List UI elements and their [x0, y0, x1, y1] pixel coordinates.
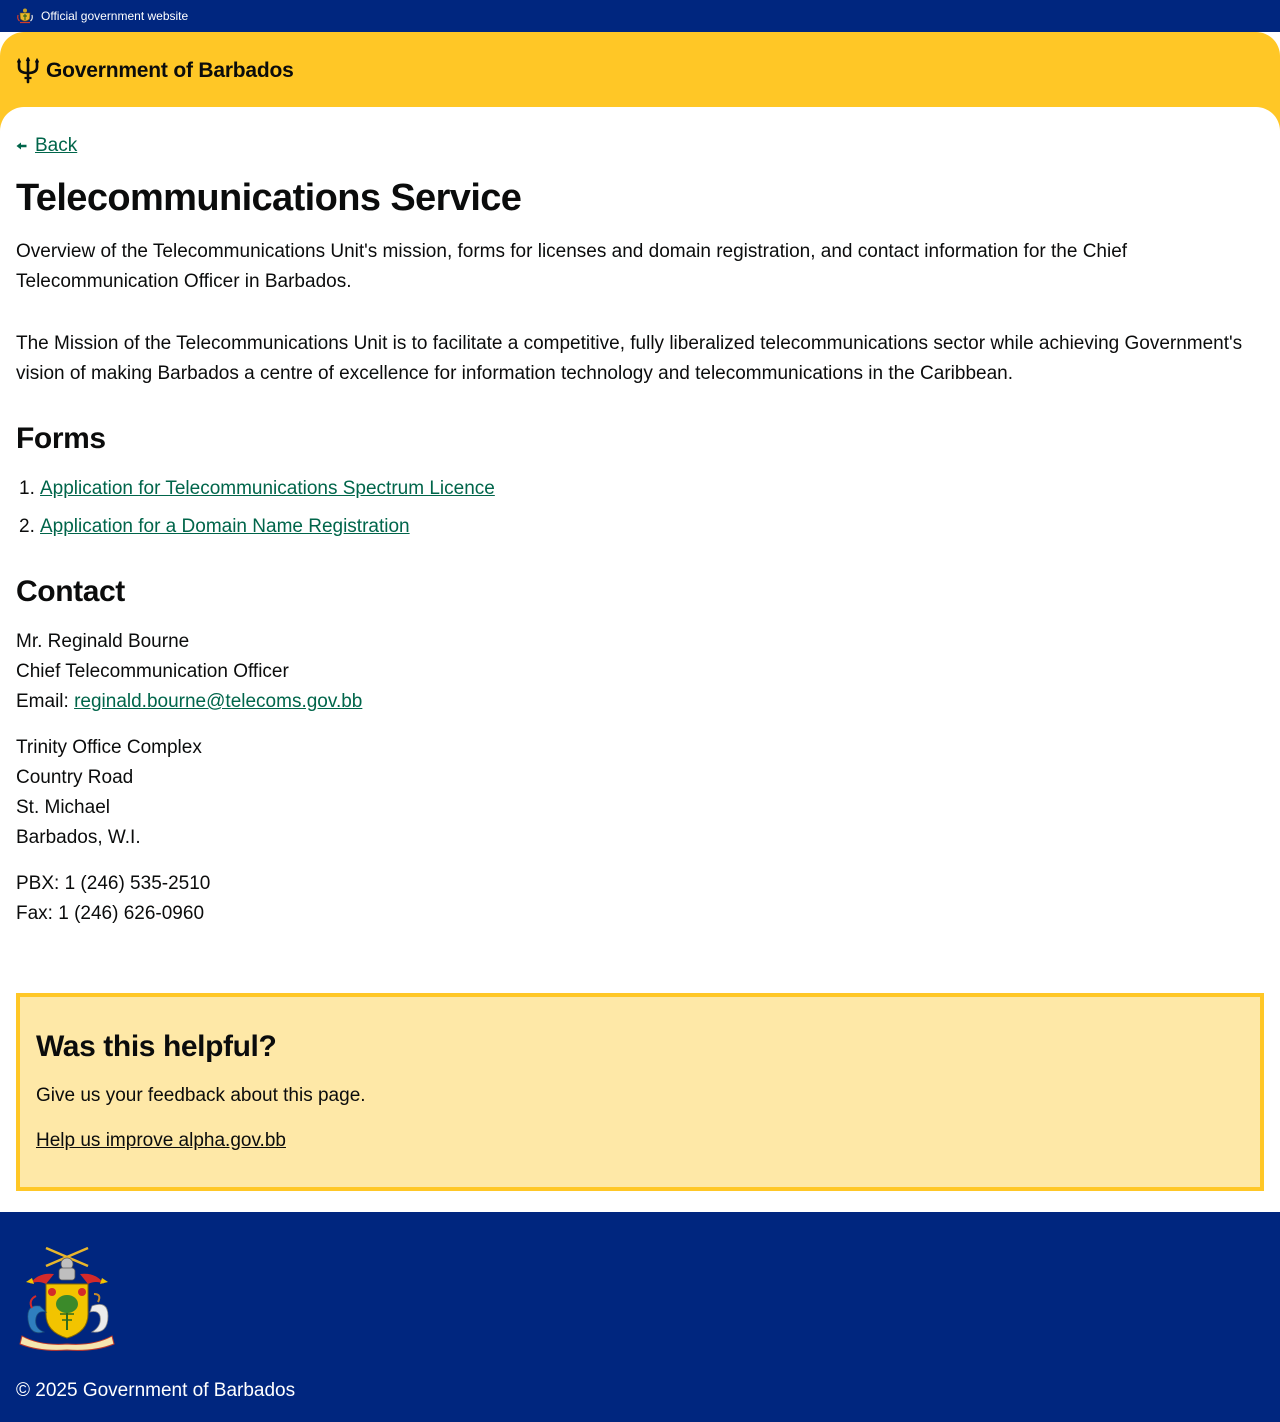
forms-heading: Forms: [16, 422, 106, 455]
site-footer: © 2025 Government of Barbados: [0, 1212, 1280, 1422]
mission-paragraph: The Mission of the Telecommunications Un…: [16, 333, 1243, 384]
spectrum-licence-link[interactable]: Application for Telecommunications Spect…: [40, 474, 495, 512]
contact-email-link[interactable]: reginald.bourne@telecoms.gov.bb: [74, 691, 362, 712]
brand-name: Government of Barbados: [46, 58, 294, 82]
back-link-container: Back: [16, 135, 77, 157]
back-link[interactable]: Back: [35, 135, 77, 157]
copyright-text: © 2025 Government of Barbados: [16, 1380, 296, 1401]
list-number: 1.: [19, 478, 35, 499]
trident-icon: [16, 57, 40, 84]
address-line: Trinity Office Complex: [16, 737, 202, 758]
contact-email-row: Email: reginald.bourne@telecoms.gov.bb: [16, 687, 362, 717]
arrow-left-icon: [16, 142, 27, 150]
feedback-title: Was this helpful?: [36, 1030, 277, 1063]
list-item: 1. Application for Telecommunications Sp…: [16, 474, 495, 512]
domain-registration-link[interactable]: Application for a Domain Name Registrati…: [40, 512, 410, 550]
contact-phones: PBX: 1 (246) 535-2510 Fax: 1 (246) 626-0…: [16, 869, 210, 929]
coat-of-arms-icon: [17, 8, 33, 24]
main-content: Back Telecommunications Service Overview…: [0, 107, 1280, 1212]
fax-number: Fax: 1 (246) 626-0960: [16, 903, 205, 924]
forms-list: 1. Application for Telecommunications Sp…: [16, 474, 495, 550]
pbx-number: PBX: 1 (246) 535-2510: [16, 873, 211, 894]
brand-home-link[interactable]: Government of Barbados: [16, 57, 294, 84]
address-line: Country Road: [16, 767, 134, 788]
page-title: Telecommunications Service: [16, 177, 522, 219]
contact-address: Trinity Office Complex Country Road St. …: [16, 733, 202, 853]
page-summary: Overview of the Telecommunications Unit'…: [16, 241, 1128, 292]
contact-name: Mr. Reginald Bourne: [16, 631, 190, 652]
feedback-panel: Was this helpful? Give us your feedback …: [16, 993, 1264, 1191]
feedback-text: Give us your feedback about this page.: [36, 1085, 366, 1106]
email-label: Email:: [16, 691, 69, 712]
official-website-label: Official government website: [41, 9, 189, 23]
feedback-link[interactable]: Help us improve alpha.gov.bb: [36, 1126, 286, 1156]
contact-heading: Contact: [16, 575, 125, 608]
address-line: Barbados, W.I.: [16, 827, 141, 848]
official-banner: Official government website: [0, 0, 1280, 32]
contact-role: Chief Telecommunication Officer: [16, 661, 289, 682]
contact-person: Mr. Reginald Bourne Chief Telecommunicat…: [16, 627, 362, 717]
coat-of-arms-icon: [19, 1246, 115, 1351]
list-number: 2.: [19, 516, 35, 537]
address-line: St. Michael: [16, 797, 110, 818]
list-item: 2. Application for a Domain Name Registr…: [16, 512, 495, 550]
